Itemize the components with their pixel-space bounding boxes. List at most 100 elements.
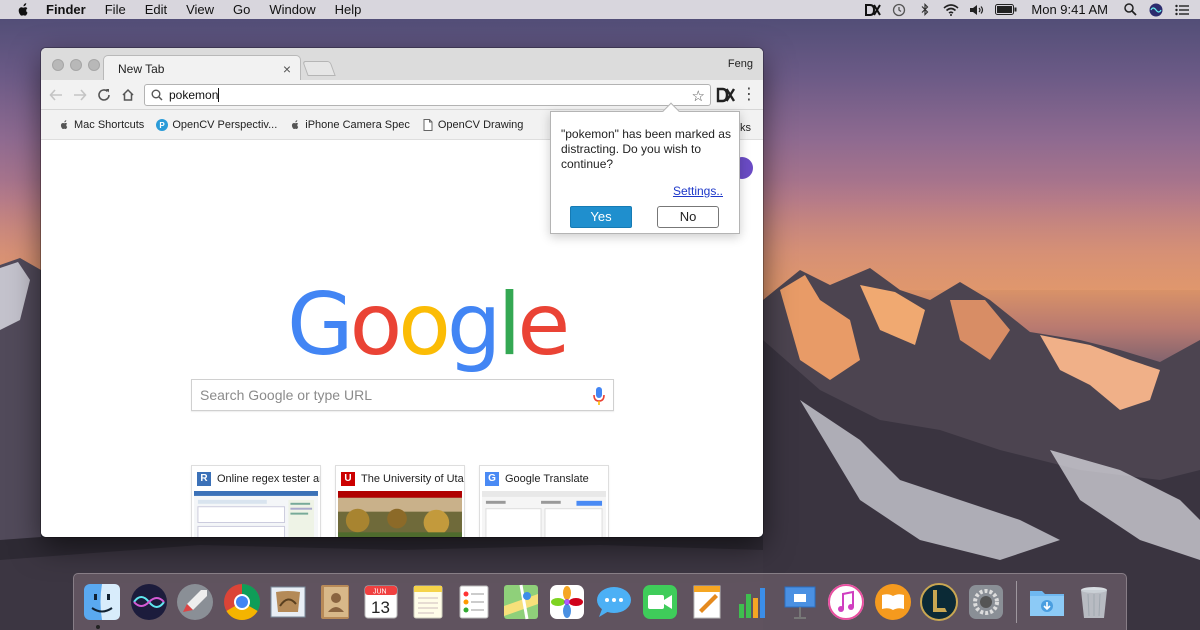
tile-title: The University of Utah [361,472,464,485]
menu-window[interactable]: Window [269,2,315,17]
tab-new-tab[interactable]: New Tab × [103,55,301,81]
reminders-icon[interactable] [454,582,494,622]
google-search-box[interactable]: Search Google or type URL [191,379,614,411]
menu-view[interactable]: View [186,2,214,17]
bluetooth-icon[interactable] [917,3,933,17]
utah-site-icon: U [341,471,355,486]
keynote-icon[interactable] [780,582,820,622]
siri-menu-icon[interactable] [1148,3,1164,17]
notification-center-icon[interactable] [1174,3,1190,17]
dock: JUN 13 [73,573,1127,630]
bookmark-item[interactable]: OpenCV Drawing [422,118,524,131]
yes-button[interactable]: Yes [570,206,632,228]
forward-arrow-icon[interactable] [68,83,92,107]
logo-letter: l [497,275,522,375]
dx-status-icon[interactable] [865,3,882,17]
menu-go[interactable]: Go [233,2,250,17]
notes-icon[interactable] [408,582,448,622]
opencv-p-icon: P [156,118,169,131]
distraction-message: "pokemon" has been marked as distracting… [561,127,731,171]
apple-menu-icon[interactable] [16,2,30,17]
tile-thumbnail [482,491,606,537]
new-tab-button[interactable] [302,61,336,76]
page-icon [422,118,434,131]
facetime-icon[interactable] [640,582,680,622]
search-icon [151,89,163,101]
back-arrow-icon[interactable] [44,83,68,107]
home-icon[interactable] [116,83,140,107]
regex-site-icon: R [197,471,211,486]
bookmark-label: Mac Shortcuts [74,118,145,131]
microphone-icon[interactable] [592,386,606,406]
downloads-icon[interactable] [1027,582,1067,622]
photos-icon[interactable] [547,582,587,622]
itunes-icon[interactable] [826,582,866,622]
dx-extension-icon[interactable] [716,86,736,104]
close-window-button[interactable] [52,59,64,71]
other-bookmarks-label[interactable]: ks [740,122,751,134]
window-controls [52,59,106,71]
logo-letter: G [287,275,354,375]
logo-letter: o [398,275,451,375]
finder-icon[interactable] [82,582,122,622]
chrome-icon[interactable] [222,582,262,622]
spotlight-search-icon[interactable] [1122,3,1138,17]
no-button[interactable]: No [657,206,719,228]
distraction-popup: "pokemon" has been marked as distracting… [550,102,740,234]
bookmark-star-icon[interactable]: ☆ [692,87,705,105]
window-titlebar[interactable]: New Tab × Feng [41,48,763,81]
calendar-icon[interactable]: JUN 13 [361,582,401,622]
finder-running-indicator [96,625,100,629]
most-visited-tile[interactable]: R Online regex tester an [191,465,321,537]
launchpad-icon[interactable] [175,582,215,622]
wifi-icon[interactable] [943,3,959,17]
system-preferences-icon[interactable] [966,582,1006,622]
tile-title: Google Translate [505,472,589,485]
tab-title: New Tab [118,62,165,76]
pages-icon[interactable] [687,582,727,622]
menu-edit[interactable]: Edit [145,2,167,17]
dock-separator [1016,581,1017,623]
maps-icon[interactable] [501,582,541,622]
trash-icon[interactable] [1074,582,1114,622]
mail-icon[interactable] [268,582,308,622]
most-visited-tile[interactable]: U The University of Utah [335,465,465,537]
reload-icon[interactable] [92,83,116,107]
menubar-clock[interactable]: Mon 9:41 AM [1031,2,1108,17]
tab-close-icon[interactable]: × [283,61,291,77]
battery-icon[interactable] [995,3,1017,17]
bookmark-item[interactable]: iPhone Camera Spec [289,119,410,131]
volume-icon[interactable] [969,3,985,17]
google-logo: Google [287,275,570,375]
calendar-day: 13 [371,598,390,617]
logo-letter: g [446,275,502,375]
address-bar[interactable]: pokemon ☆ [144,84,711,106]
address-bar-text[interactable]: pokemon [169,88,218,102]
zoom-window-button[interactable] [88,59,100,71]
numbers-icon[interactable] [733,582,773,622]
menu-app-name[interactable]: Finder [46,2,86,17]
text-cursor [218,88,220,102]
menu-file[interactable]: File [105,2,126,17]
tile-thumbnail [338,491,462,537]
siri-icon[interactable] [129,582,169,622]
bookmark-item[interactable]: P OpenCV Perspectiv... [156,118,278,131]
tile-title: Online regex tester an [217,472,320,485]
contacts-icon[interactable] [315,582,355,622]
menu-help[interactable]: Help [335,2,362,17]
bookmark-label: OpenCV Perspectiv... [172,118,278,131]
messages-icon[interactable] [594,582,634,622]
bookmark-label: OpenCV Drawing [437,118,524,131]
ibooks-icon[interactable] [873,582,913,622]
profile-name[interactable]: Feng [728,58,753,70]
league-of-legends-icon[interactable] [919,582,959,622]
time-machine-icon[interactable] [891,3,907,17]
tile-thumbnail [194,491,318,537]
chrome-menu-icon[interactable]: ⋮ [741,85,757,105]
logo-letter: e [517,275,570,375]
svg-text:P: P [160,121,166,130]
settings-link[interactable]: Settings.. [673,184,723,198]
bookmark-item[interactable]: Mac Shortcuts [58,119,144,131]
minimize-window-button[interactable] [70,59,82,71]
most-visited-tile[interactable]: G Google Translate [479,465,609,537]
